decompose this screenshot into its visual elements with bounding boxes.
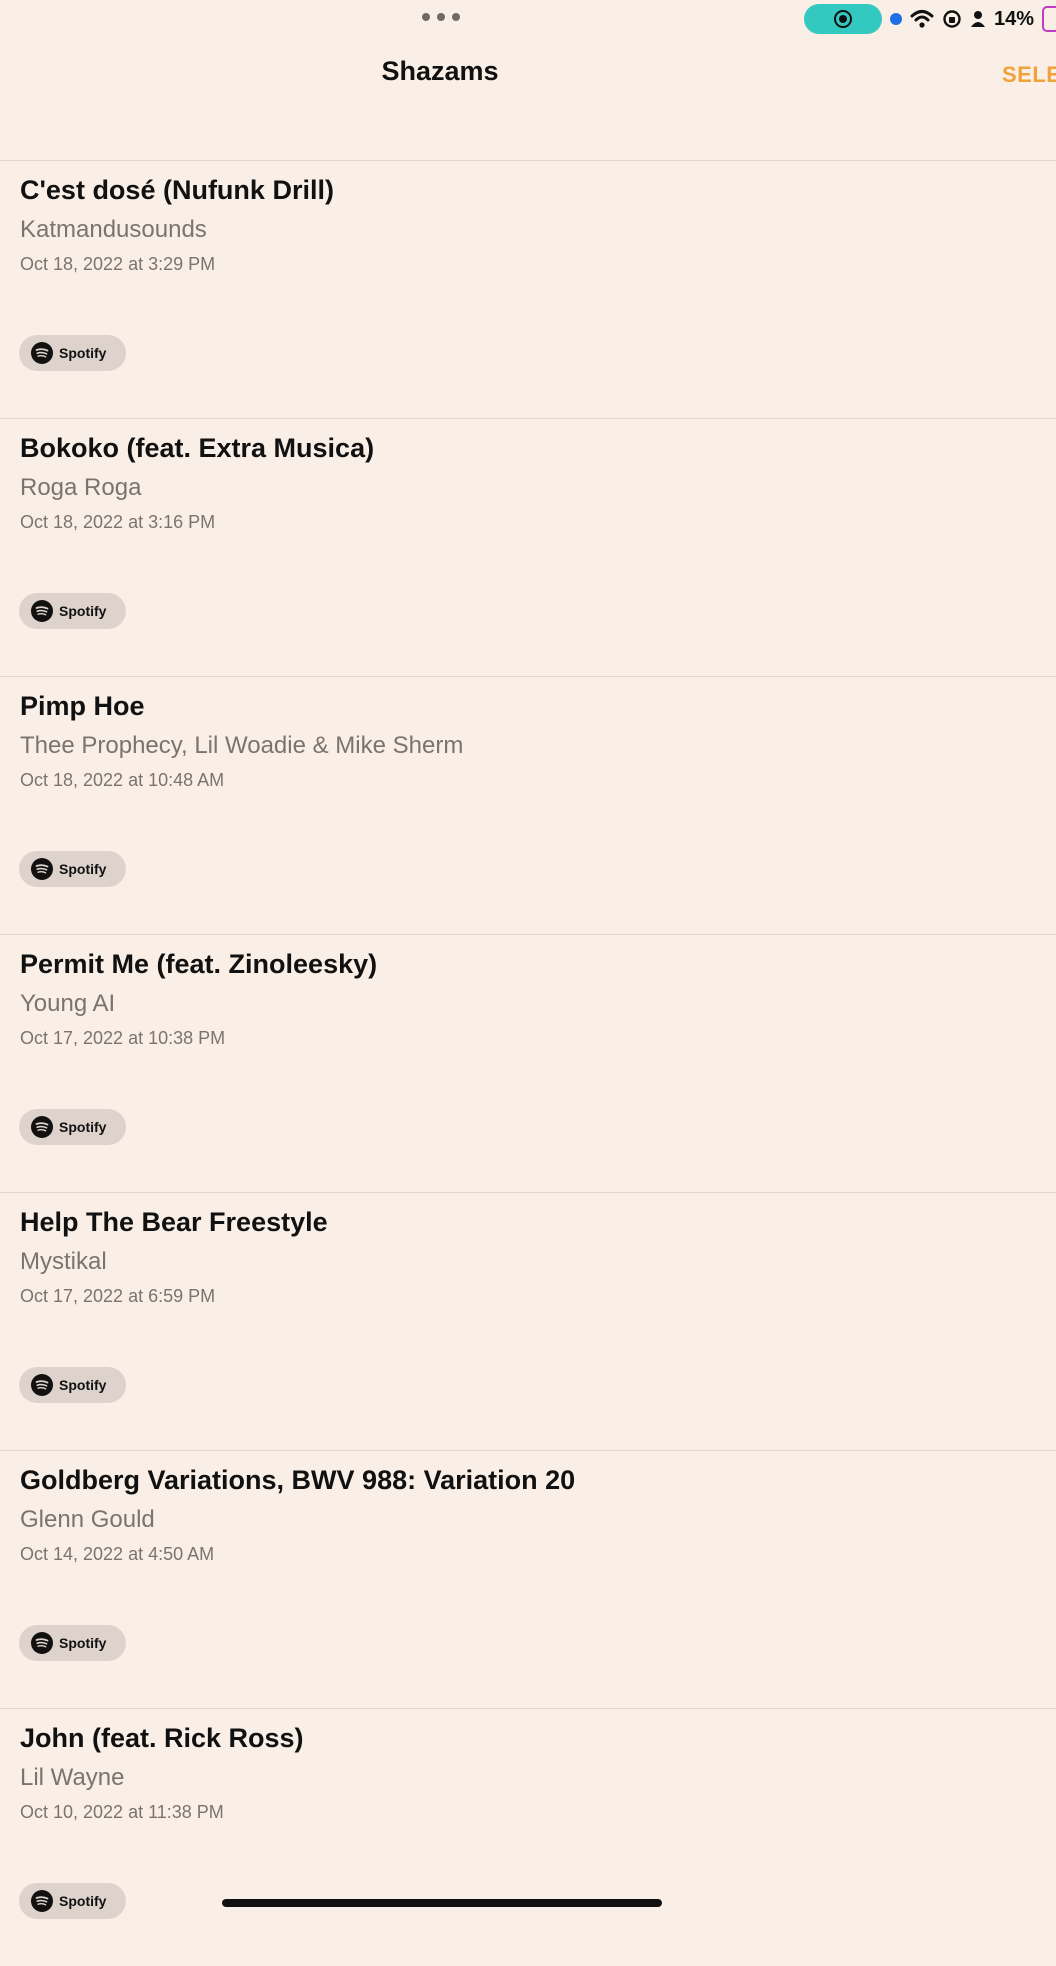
spotify-label: Spotify <box>59 861 107 877</box>
song-artist: Lil Wayne <box>20 1764 125 1791</box>
orientation-lock-icon <box>943 10 961 28</box>
shazam-date: Oct 17, 2022 at 6:59 PM <box>20 1286 216 1306</box>
select-button[interactable]: SELE <box>1002 62 1056 88</box>
song-artist: Roga Roga <box>20 474 142 501</box>
song-title: Pimp Hoe <box>20 691 145 721</box>
spotify-icon <box>31 600 53 622</box>
list-item[interactable]: Bokoko (feat. Extra Musica) Roga Roga Oc… <box>0 418 1056 676</box>
song-artist: Young AI <box>20 990 116 1017</box>
home-indicator[interactable] <box>222 1899 662 1907</box>
song-artist: Thee Prophecy, Lil Woadie & Mike Sherm <box>20 732 464 759</box>
song-title: Permit Me (feat. Zinoleesky) <box>20 949 378 979</box>
spotify-label: Spotify <box>59 345 107 361</box>
spotify-icon <box>31 858 53 880</box>
shazam-date: Oct 10, 2022 at 11:38 PM <box>20 1802 224 1822</box>
spotify-icon <box>31 1374 53 1396</box>
spotify-icon <box>31 1632 53 1654</box>
spotify-label: Spotify <box>59 1635 107 1651</box>
list-item[interactable]: Help The Bear Freestyle Mystikal Oct 17,… <box>0 1192 1056 1450</box>
wifi-icon <box>910 10 934 28</box>
spotify-label: Spotify <box>59 1119 107 1135</box>
status-indicators: 14% <box>803 4 1056 34</box>
shazam-date: Oct 18, 2022 at 10:48 AM <box>20 770 225 790</box>
list-item[interactable]: C'est dosé (Nufunk Drill) Katmandusounds… <box>0 160 1056 418</box>
list-item[interactable]: John (feat. Rick Ross) Lil Wayne Oct 10,… <box>0 1708 1056 1966</box>
battery-icon <box>1042 6 1056 32</box>
status-bar: 14% <box>0 0 1056 40</box>
song-title: John (feat. Rick Ross) <box>20 1723 304 1753</box>
open-in-spotify-button[interactable]: Spotify <box>19 1109 126 1145</box>
open-in-spotify-button[interactable]: Spotify <box>19 335 126 371</box>
battery-percentage: 14% <box>993 7 1034 30</box>
open-in-spotify-button[interactable]: Spotify <box>19 1625 126 1661</box>
song-artist: Mystikal <box>20 1248 107 1275</box>
person-icon <box>970 11 985 27</box>
list-item[interactable]: Goldberg Variations, BWV 988: Variation … <box>0 1450 1056 1708</box>
song-title: C'est dosé (Nufunk Drill) <box>20 175 334 205</box>
spotify-icon <box>31 1116 53 1138</box>
spotify-label: Spotify <box>59 1377 107 1393</box>
open-in-spotify-button[interactable]: Spotify <box>19 593 126 629</box>
list-item[interactable]: Permit Me (feat. Zinoleesky) Young AI Oc… <box>0 934 1056 1192</box>
spotify-icon <box>31 342 53 364</box>
page-title: Shazams <box>381 56 499 86</box>
song-title: Goldberg Variations, BWV 988: Variation … <box>20 1465 576 1495</box>
screen-record-icon[interactable] <box>803 4 882 34</box>
song-artist: Katmandusounds <box>20 216 207 243</box>
song-artist: Glenn Gould <box>20 1506 155 1533</box>
shazam-date: Oct 18, 2022 at 3:29 PM <box>20 254 216 274</box>
shazam-date: Oct 18, 2022 at 3:16 PM <box>20 512 216 532</box>
location-dot-icon <box>889 13 902 25</box>
shazam-list: C'est dosé (Nufunk Drill) Katmandusounds… <box>0 160 1056 1966</box>
song-title: Help The Bear Freestyle <box>20 1207 328 1237</box>
open-in-spotify-button[interactable]: Spotify <box>19 1367 126 1403</box>
open-in-spotify-button[interactable]: Spotify <box>19 851 126 887</box>
multitasking-dots-icon[interactable] <box>422 13 460 21</box>
list-item[interactable]: Pimp Hoe Thee Prophecy, Lil Woadie & Mik… <box>0 676 1056 934</box>
open-in-spotify-button[interactable]: Spotify <box>19 1883 126 1919</box>
song-title: Bokoko (feat. Extra Musica) <box>20 433 375 463</box>
shazam-date: Oct 14, 2022 at 4:50 AM <box>20 1544 215 1564</box>
shazam-date: Oct 17, 2022 at 10:38 PM <box>20 1028 226 1048</box>
spotify-label: Spotify <box>59 603 107 619</box>
spotify-icon <box>31 1890 53 1912</box>
spotify-label: Spotify <box>59 1893 107 1909</box>
